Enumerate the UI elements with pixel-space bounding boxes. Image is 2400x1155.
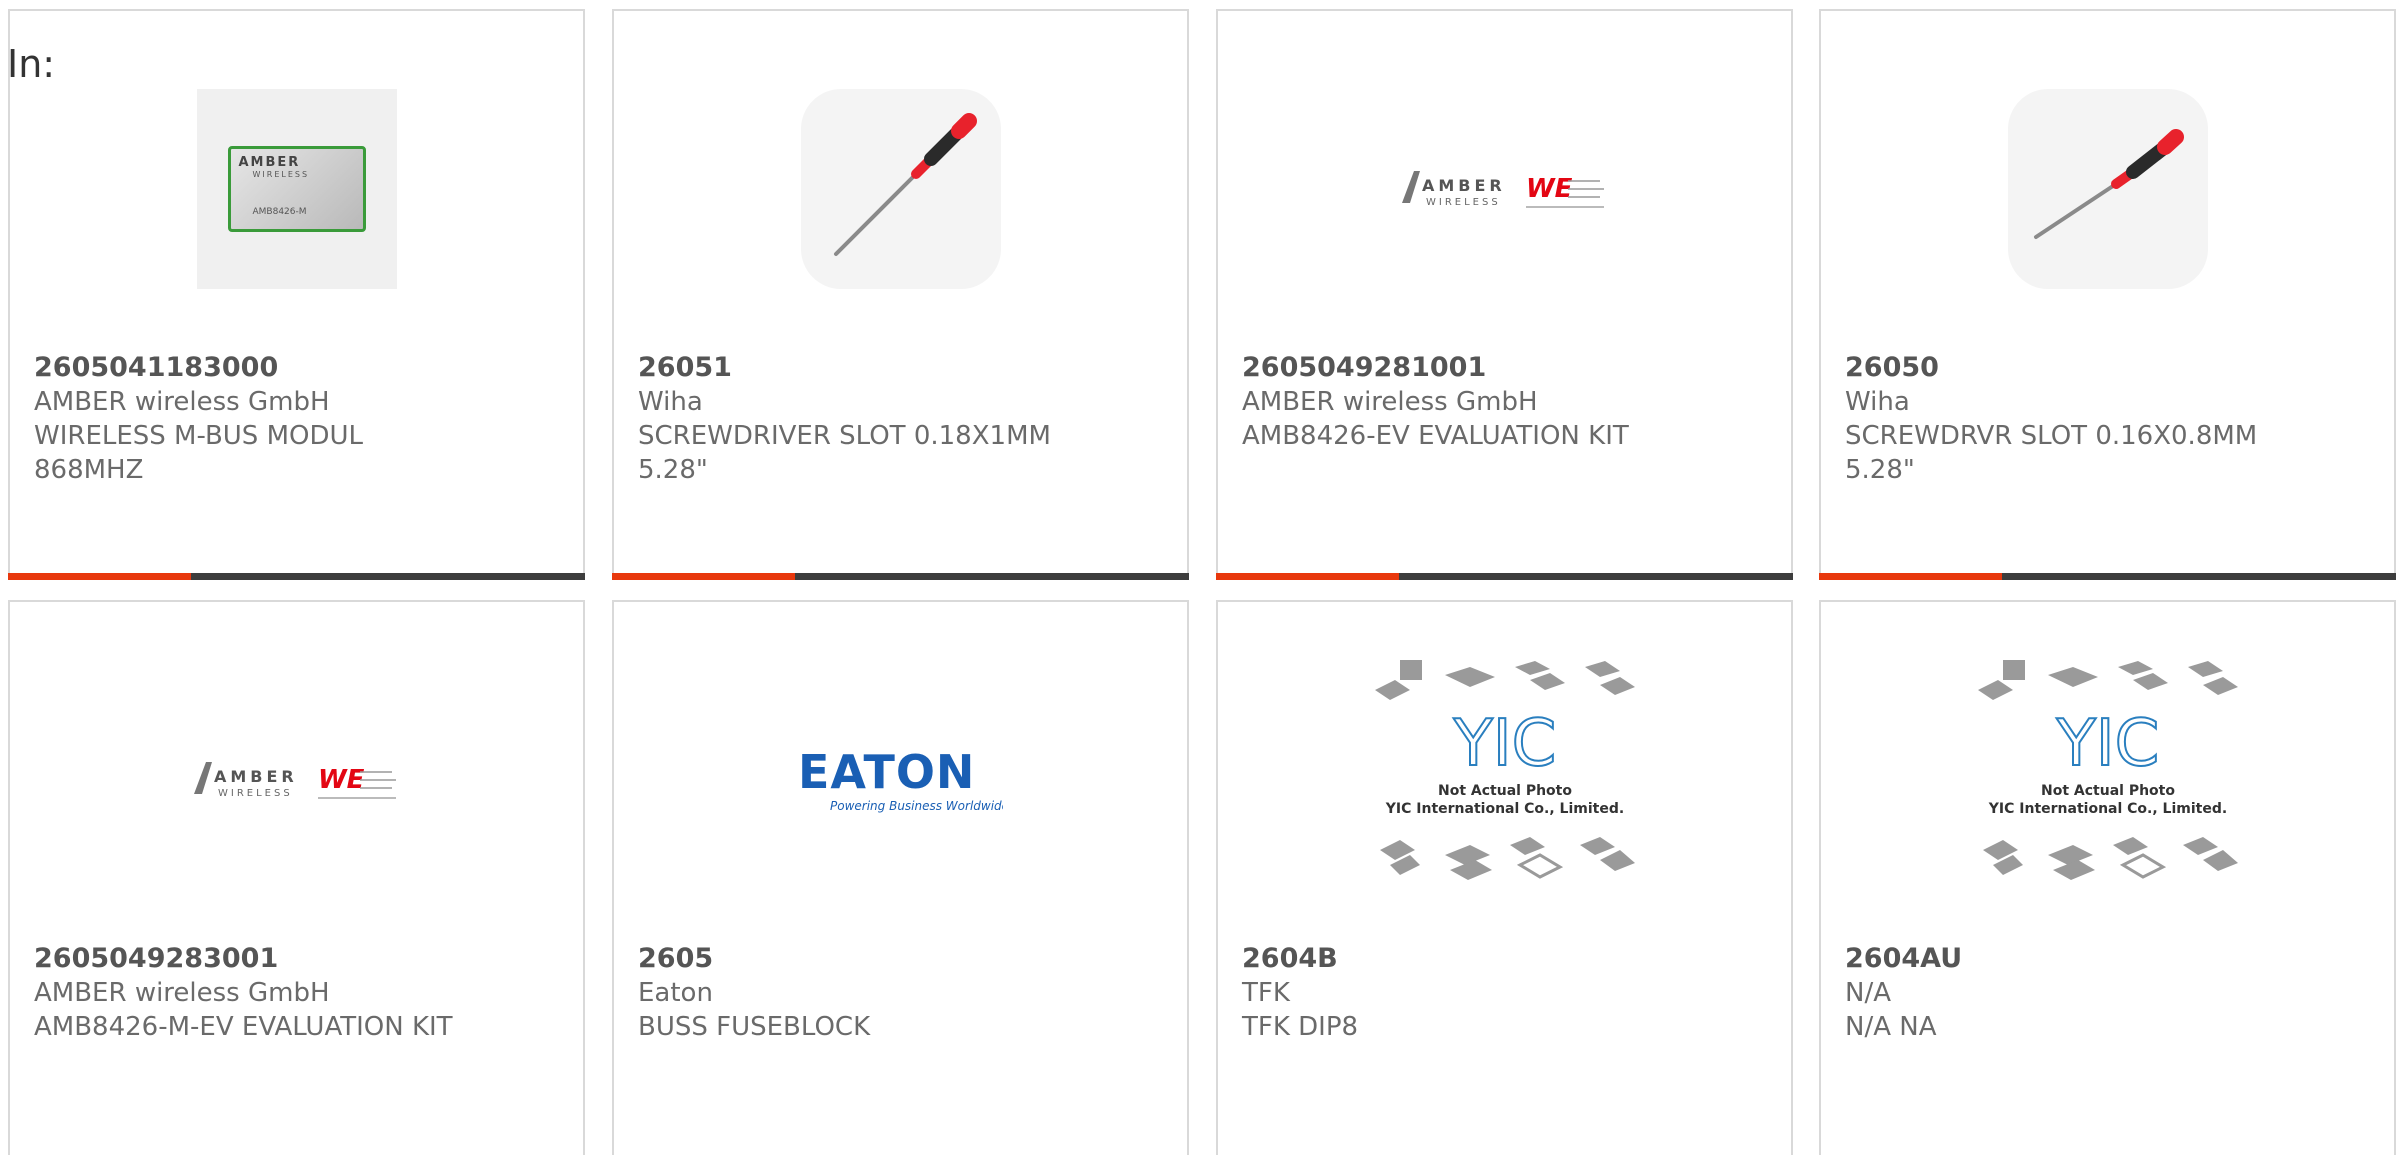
card-progress-bar bbox=[1216, 573, 1793, 580]
product-card[interactable]: YIC Not Actual Photo YIC International C… bbox=[1819, 600, 2396, 1155]
product-grid-page: In: AMBER WIRELESS AMB8426-M 26050411830… bbox=[0, 0, 2400, 1155]
screwdriver-icon bbox=[2033, 128, 2184, 239]
product-card[interactable]: AMBER WIRELESS AMB8426-M 2605041183000 A… bbox=[8, 9, 585, 580]
yic-placeholder-image: YIC Not Actual Photo YIC International C… bbox=[1977, 659, 2238, 880]
product-image: AMBER WIRELESS WE bbox=[10, 672, 583, 887]
card-progress-bar bbox=[8, 573, 585, 580]
product-info: 2605 Eaton BUSS FUSEBLOCK bbox=[638, 942, 1167, 1044]
filter-label: In: bbox=[7, 42, 56, 86]
svg-text:Not Actual Photo: Not Actual Photo bbox=[1438, 783, 1572, 799]
product-info: 2604AU N/A N/A NA bbox=[1845, 942, 2374, 1044]
part-number[interactable]: 2605049281001 bbox=[1242, 351, 1771, 385]
amber-we-logo: AMBER WIRELESS WE bbox=[1400, 159, 1610, 219]
module-sub-text: WIRELESS bbox=[252, 169, 310, 179]
manufacturer: AMBER wireless GmbH bbox=[1242, 387, 1538, 417]
manufacturer: N/A bbox=[1845, 978, 1891, 1008]
part-number[interactable]: 2605049283001 bbox=[34, 942, 563, 976]
screwdriver-icon bbox=[833, 112, 977, 256]
amber-we-logo: AMBER WIRELESS WE bbox=[192, 750, 402, 810]
description-line: N/A NA bbox=[1845, 1012, 1937, 1042]
manufacturer: Eaton bbox=[638, 978, 713, 1008]
amber-module-photo: AMBER WIRELESS AMB8426-M bbox=[196, 88, 397, 289]
product-info: 26051 Wiha SCREWDRIVER SLOT 0.18X1MM 5.2… bbox=[638, 351, 1167, 487]
card-progress-bar bbox=[612, 573, 1189, 580]
svg-text:WE: WE bbox=[1526, 174, 1573, 204]
product-card[interactable]: AMBER WIRELESS WE 2605049283001 AMBER wi… bbox=[8, 600, 585, 1155]
description-line: 5.28" bbox=[638, 455, 708, 485]
part-number[interactable]: 26051 bbox=[638, 351, 1167, 385]
product-info: 2605049281001 AMBER wireless GmbH AMB842… bbox=[1242, 351, 1771, 453]
description-line: WIRELESS M-BUS MODUL bbox=[34, 421, 364, 451]
svg-text:YIC International Co., Limited: YIC International Co., Limited. bbox=[1384, 801, 1623, 817]
product-info: 2604B TFK TFK DIP8 bbox=[1242, 942, 1771, 1044]
product-info: 2605041183000 AMBER wireless GmbH WIRELE… bbox=[34, 351, 563, 487]
card-progress-bar bbox=[1819, 573, 2396, 580]
product-image: AMBER WIRELESS WE bbox=[1218, 81, 1791, 296]
product-image bbox=[614, 81, 1187, 296]
product-card[interactable]: YIC Not Actual Photo YIC International C… bbox=[1216, 600, 1793, 1155]
product-image: YIC Not Actual Photo YIC International C… bbox=[1218, 659, 1791, 887]
svg-text:YIC International Co., Limited: YIC International Co., Limited. bbox=[1987, 801, 2226, 817]
part-number[interactable]: 2605 bbox=[638, 942, 1167, 976]
manufacturer: Wiha bbox=[638, 387, 703, 417]
product-image: AMBER WIRELESS AMB8426-M bbox=[10, 81, 583, 296]
svg-text:YIC: YIC bbox=[2055, 707, 2159, 781]
product-info: 2605049283001 AMBER wireless GmbH AMB842… bbox=[34, 942, 563, 1044]
screwdriver-photo bbox=[800, 88, 1001, 289]
product-image: EATON Powering Business Worldwide bbox=[614, 672, 1187, 887]
description-line: SCREWDRIVER SLOT 0.18X1MM bbox=[638, 421, 1051, 451]
bar-accent bbox=[1216, 573, 1399, 580]
svg-text:AMBER: AMBER bbox=[1422, 176, 1506, 195]
bar-accent bbox=[8, 573, 191, 580]
yic-placeholder-image: YIC Not Actual Photo YIC International C… bbox=[1374, 659, 1635, 880]
product-image: YIC Not Actual Photo YIC International C… bbox=[1821, 659, 2394, 887]
svg-text:WIRELESS: WIRELESS bbox=[218, 788, 293, 799]
description-line: AMB8426-M-EV EVALUATION KIT bbox=[34, 1012, 453, 1042]
svg-text:WE: WE bbox=[318, 765, 365, 795]
module-chip: AMBER WIRELESS AMB8426-M bbox=[227, 145, 366, 232]
amber-we-logo-icon: AMBER WIRELESS WE bbox=[193, 761, 396, 799]
eaton-logo: EATON Powering Business Worldwide bbox=[798, 740, 1009, 820]
description-line: TFK DIP8 bbox=[1242, 1012, 1359, 1042]
product-card[interactable]: 26050 Wiha SCREWDRVR SLOT 0.16X0.8MM 5.2… bbox=[1819, 9, 2396, 580]
product-info: 26050 Wiha SCREWDRVR SLOT 0.16X0.8MM 5.2… bbox=[1845, 351, 2374, 487]
svg-text:Powering Business Worldwide: Powering Business Worldwide bbox=[830, 799, 1003, 813]
product-card[interactable]: EATON Powering Business Worldwide 2605 E… bbox=[612, 600, 1189, 1155]
part-number[interactable]: 2605041183000 bbox=[34, 351, 563, 385]
part-number[interactable]: 2604AU bbox=[1845, 942, 2374, 976]
description-line: 868MHZ bbox=[34, 455, 144, 485]
product-card[interactable]: AMBER WIRELESS WE 2605049281001 AMBER wi… bbox=[1216, 9, 1793, 580]
description-line: AMB8426-EV EVALUATION KIT bbox=[1242, 421, 1629, 451]
product-image bbox=[1821, 81, 2394, 296]
part-number[interactable]: 2604B bbox=[1242, 942, 1771, 976]
description-line: 5.28" bbox=[1845, 455, 1915, 485]
eaton-logo-icon: EATON Powering Business Worldwide bbox=[798, 745, 1009, 813]
manufacturer: AMBER wireless GmbH bbox=[34, 978, 330, 1008]
amber-we-logo-icon: AMBER WIRELESS WE bbox=[1401, 170, 1604, 208]
manufacturer: TFK bbox=[1242, 978, 1290, 1008]
svg-text:EATON: EATON bbox=[798, 745, 975, 799]
bar-accent bbox=[1819, 573, 2002, 580]
manufacturer: Wiha bbox=[1845, 387, 1910, 417]
bar-accent bbox=[612, 573, 795, 580]
manufacturer: AMBER wireless GmbH bbox=[34, 387, 330, 417]
part-number[interactable]: 26050 bbox=[1845, 351, 2374, 385]
module-code-text: AMB8426-M bbox=[252, 206, 307, 217]
screwdriver-photo bbox=[2007, 88, 2208, 289]
product-card[interactable]: 26051 Wiha SCREWDRIVER SLOT 0.18X1MM 5.2… bbox=[612, 9, 1189, 580]
svg-text:AMBER: AMBER bbox=[214, 767, 298, 786]
description-line: BUSS FUSEBLOCK bbox=[638, 1012, 871, 1042]
description-line: SCREWDRVR SLOT 0.16X0.8MM bbox=[1845, 421, 2258, 451]
svg-text:Not Actual Photo: Not Actual Photo bbox=[2041, 783, 2175, 799]
module-logo-text: AMBER bbox=[238, 154, 301, 170]
svg-text:WIRELESS: WIRELESS bbox=[1426, 197, 1501, 208]
svg-text:YIC: YIC bbox=[1452, 707, 1556, 781]
